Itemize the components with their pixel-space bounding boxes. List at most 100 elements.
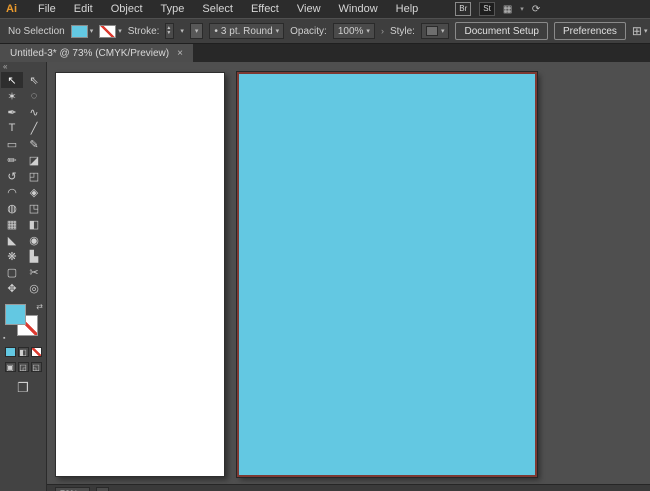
color-button[interactable] <box>4 347 16 357</box>
stepper-down-icon[interactable]: ▼ <box>166 31 171 36</box>
tab-close-icon[interactable]: × <box>177 48 183 59</box>
chevron-down-icon[interactable]: ▾ <box>644 27 648 35</box>
gradient-button[interactable]: ◧ <box>17 347 29 357</box>
artboard-1[interactable] <box>55 72 225 477</box>
zoom-tool[interactable]: ◎ <box>23 280 45 296</box>
paintbrush-tool[interactable]: ✎ <box>23 136 45 152</box>
expand-chevron-icon[interactable]: › <box>381 26 384 36</box>
color-type-buttons: ◧ <box>4 347 42 357</box>
canvas[interactable]: 73% ▾ ▾ <box>47 62 650 491</box>
pencil-tool[interactable]: ✏ <box>1 152 23 168</box>
style-dropdown[interactable]: ▾ <box>420 23 450 39</box>
chevron-down-icon[interactable]: ▾ <box>90 27 94 35</box>
free-transform-tool[interactable]: ◈ <box>23 184 45 200</box>
menu-help[interactable]: Help <box>387 3 428 15</box>
artboard-navigation-dropdown[interactable]: ▾ <box>95 487 110 491</box>
menu-items: File Edit Object Type Select Effect View Window… <box>29 3 427 15</box>
type-tool[interactable]: T <box>1 120 23 136</box>
rotate-tool[interactable]: ↺ <box>1 168 23 184</box>
stroke-weight-dropdown-icon[interactable]: ▾ <box>180 27 184 35</box>
menu-effect[interactable]: Effect <box>242 3 288 15</box>
style-swatch <box>425 26 438 36</box>
menu-select[interactable]: Select <box>193 3 242 15</box>
menu-file[interactable]: File <box>29 3 65 15</box>
draw-normal-button[interactable]: ▣ <box>4 362 16 372</box>
opacity-value: 100% <box>337 25 364 37</box>
app-logo: Ai <box>6 3 17 15</box>
preferences-button[interactable]: Preferences <box>553 22 626 40</box>
artboard-2-blue-rectangle[interactable] <box>236 71 538 478</box>
brush-dot-icon: • <box>214 25 218 37</box>
document-tab-bar: Untitled-3* @ 73% (CMYK/Preview) × <box>0 44 650 62</box>
blend-tool[interactable]: ◉ <box>23 232 45 248</box>
brush-definition-dropdown[interactable]: • 3 pt. Round ▾ <box>209 23 285 39</box>
control-bar: No Selection ▾ ▾ Stroke: ▲ ▼ ▾ ▾ • 3 pt.… <box>0 18 650 44</box>
style-label: Style: <box>389 25 415 37</box>
document-tab-title: Untitled-3* @ 73% (CMYK/Preview) <box>10 47 170 59</box>
fill-stroke-swatches: ⇄ ▪ <box>3 302 43 342</box>
column-graph-tool[interactable]: ▙ <box>23 248 45 264</box>
stock-icon[interactable]: St <box>479 2 495 16</box>
zoom-dropdown[interactable]: 73% ▾ <box>55 487 90 491</box>
menu-window[interactable]: Window <box>330 3 387 15</box>
tools-panel-collapse-icon[interactable]: « <box>0 62 46 72</box>
menu-edit[interactable]: Edit <box>65 3 102 15</box>
draw-mode-buttons: ▣ ◲ ◱ <box>4 362 42 372</box>
controlbar-right: ⊞ ▾ <box>632 24 648 38</box>
direct-selection-tool[interactable]: ⇖ <box>23 72 45 88</box>
hand-tool[interactable]: ✥ <box>1 280 23 296</box>
slice-tool[interactable]: ✂ <box>23 264 45 280</box>
fill-color-swatch[interactable] <box>70 24 88 38</box>
bridge-icon[interactable]: Br <box>455 2 472 16</box>
menu-bar: Ai File Edit Object Type Select Effect View Win… <box>0 0 650 18</box>
chevron-down-icon[interactable]: ▾ <box>520 5 524 13</box>
tools-grid: ↖ ⇖ ✶ ◌ ✒ ∿ T ╱ ▭ ✎ ✏ ◪ ↺ ◰ ◠ ◈ ◍ ◳ ▦ ◧ ◣ ◉ ❋ ▙ ▢ ✂ ✥ ◎ <box>1 72 45 296</box>
main-area: « ↖ ⇖ ✶ ◌ ✒ ∿ T ╱ ▭ ✎ ✏ ◪ ↺ ◰ ◠ ◈ ◍ ◳ ▦ ◧ ◣ ◉ ❋ ▙ ▢ ✂ ✥ ◎ ⇄ ▪ ◧ ▣ ◲… <box>0 62 650 491</box>
rectangle-tool[interactable]: ▭ <box>1 136 23 152</box>
chevron-down-icon: ▾ <box>440 28 445 35</box>
menu-type[interactable]: Type <box>152 3 194 15</box>
eraser-tool[interactable]: ◪ <box>23 152 45 168</box>
draw-inside-button[interactable]: ◱ <box>30 362 42 372</box>
curvature-tool[interactable]: ∿ <box>23 104 45 120</box>
scale-tool[interactable]: ◰ <box>23 168 45 184</box>
opacity-dropdown[interactable]: 100% ▾ <box>332 23 375 39</box>
stroke-color-swatch[interactable] <box>99 24 117 38</box>
mesh-tool[interactable]: ▦ <box>1 216 23 232</box>
width-tool[interactable]: ◠ <box>1 184 23 200</box>
magic-wand-tool[interactable]: ✶ <box>1 88 23 104</box>
perspective-grid-tool[interactable]: ◳ <box>23 200 45 216</box>
stroke-weight-stepper[interactable]: ▲ ▼ <box>165 23 175 39</box>
draw-behind-button[interactable]: ◲ <box>17 362 29 372</box>
screen-mode-icon[interactable]: ❐ <box>17 380 29 396</box>
fill-color-control[interactable]: ▾ <box>70 24 94 38</box>
stroke-weight-label: Stroke: <box>127 25 160 37</box>
none-button[interactable] <box>30 347 42 357</box>
workspace-switcher-icon[interactable]: ▦ <box>503 4 512 15</box>
pen-tool[interactable]: ✒ <box>1 104 23 120</box>
panel-options-icon[interactable]: ⊞ <box>632 24 642 38</box>
selection-tool[interactable]: ↖ <box>1 72 23 88</box>
variable-width-profile-dropdown[interactable]: ▾ <box>189 23 204 39</box>
default-fill-stroke-icon[interactable]: ▪ <box>3 335 5 342</box>
menu-view[interactable]: View <box>288 3 330 15</box>
stroke-color-control[interactable]: ▾ <box>99 24 122 38</box>
menu-object[interactable]: Object <box>102 3 152 15</box>
lasso-tool[interactable]: ◌ <box>23 88 45 104</box>
chevron-down-icon[interactable]: ▾ <box>118 27 122 35</box>
artboard-tool[interactable]: ▢ <box>1 264 23 280</box>
swap-fill-stroke-icon[interactable]: ⇄ <box>36 302 43 311</box>
symbol-sprayer-tool[interactable]: ❋ <box>1 248 23 264</box>
eyedropper-tool[interactable]: ◣ <box>1 232 23 248</box>
chevron-down-icon: ▾ <box>366 28 370 35</box>
gradient-tool[interactable]: ◧ <box>23 216 45 232</box>
shape-builder-tool[interactable]: ◍ <box>1 200 23 216</box>
fill-swatch[interactable] <box>5 304 26 325</box>
document-tab[interactable]: Untitled-3* @ 73% (CMYK/Preview) × <box>0 44 193 62</box>
sync-settings-icon[interactable]: ⟳ <box>532 4 540 15</box>
chevron-down-icon: ▾ <box>194 28 199 35</box>
brush-definition-value: 3 pt. Round <box>220 25 273 37</box>
line-segment-tool[interactable]: ╱ <box>23 120 45 136</box>
document-setup-button[interactable]: Document Setup <box>455 22 548 40</box>
illustrator-window: Ai File Edit Object Type Select Effect View Win… <box>0 0 650 491</box>
